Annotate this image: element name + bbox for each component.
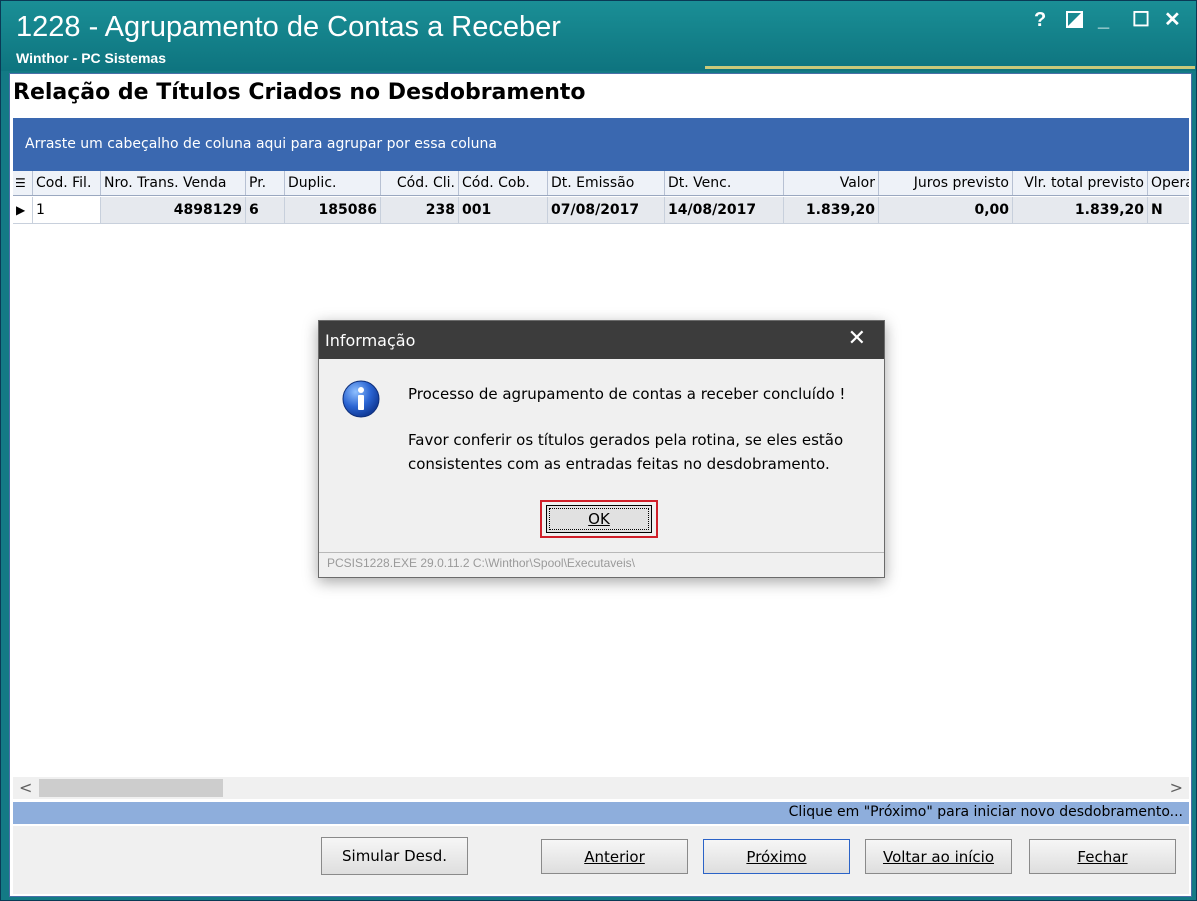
dialog-divider xyxy=(319,552,884,553)
fechar-button[interactable]: Fechar xyxy=(1029,839,1176,874)
col-header-vlr-total[interactable]: Vlr. total previsto xyxy=(1013,171,1148,195)
group-by-panel[interactable]: Arraste um cabeçalho de coluna aqui para… xyxy=(13,118,1189,171)
anterior-label: Anterior xyxy=(584,847,645,866)
grid-header: ☰ Cod. Fil. Nro. Trans. Venda Pr. Duplic… xyxy=(13,171,1189,196)
col-header-juros[interactable]: Juros previsto xyxy=(879,171,1013,195)
scroll-left-icon[interactable]: < xyxy=(19,777,32,799)
proximo-label: Próximo xyxy=(746,847,807,866)
dialog-message-line-2: Favor conferir os títulos gerados pela r… xyxy=(408,431,844,449)
dialog-message-line-3: consistentes com as entradas feitas no d… xyxy=(408,455,830,473)
cell-vlr-total[interactable]: 1.839,20 xyxy=(1013,197,1148,223)
dialog-close-icon[interactable]: ✕ xyxy=(848,326,866,351)
ok-label: OK xyxy=(588,510,610,528)
col-header-cod-cli[interactable]: Cód. Cli. xyxy=(381,171,459,195)
simular-desd-label: Simular Desd. xyxy=(342,847,447,865)
column-chooser-icon[interactable]: ☰ xyxy=(13,171,33,195)
col-header-cod-cob[interactable]: Cód. Cob. xyxy=(459,171,548,195)
page-title: Relação de Títulos Criados no Desdobrame… xyxy=(13,80,586,105)
window-subtitle: Winthor - PC Sistemas xyxy=(16,50,167,66)
status-text: Clique em "Próximo" para iniciar novo de… xyxy=(788,804,1183,820)
col-header-duplic[interactable]: Duplic. xyxy=(285,171,381,195)
cell-nro-trans[interactable]: 4898129 xyxy=(101,197,246,223)
voltar-inicio-button[interactable]: Voltar ao início xyxy=(865,839,1012,874)
close-button[interactable]: ✕ xyxy=(1164,7,1181,32)
fechar-label: Fechar xyxy=(1077,847,1128,866)
restore-icon[interactable] xyxy=(1066,11,1083,34)
col-header-dt-emissao[interactable]: Dt. Emissão xyxy=(548,171,665,195)
cell-cod-fil[interactable]: 1 xyxy=(33,197,101,223)
dialog-title-bar: Informação ✕ xyxy=(319,321,884,359)
button-bar: Simular Desd. Anterior Próximo Voltar ao… xyxy=(13,826,1189,894)
info-dialog: Informação ✕ Processo de agrupamento de … xyxy=(318,320,885,578)
cell-dt-emissao[interactable]: 07/08/2017 xyxy=(548,197,665,223)
proximo-button[interactable]: Próximo xyxy=(703,839,850,874)
maximize-button[interactable]: ☐ xyxy=(1132,7,1150,32)
cell-juros[interactable]: 0,00 xyxy=(879,197,1013,223)
ok-button[interactable]: OK xyxy=(546,505,652,533)
title-bar: 1228 - Agrupamento de Contas a Receber W… xyxy=(1,1,1196,71)
cell-pr[interactable]: 6 xyxy=(246,197,285,223)
dialog-footer: PCSIS1228.EXE 29.0.11.2 C:\Winthor\Spool… xyxy=(327,556,635,570)
dialog-title: Informação xyxy=(325,331,416,350)
anterior-button[interactable]: Anterior xyxy=(541,839,688,874)
col-header-opera[interactable]: Opera xyxy=(1148,171,1189,195)
dialog-message-line-1: Processo de agrupamento de contas a rece… xyxy=(408,385,846,403)
scroll-thumb[interactable] xyxy=(39,779,223,797)
scroll-right-icon[interactable]: > xyxy=(1170,777,1183,799)
horizontal-scrollbar[interactable]: < > xyxy=(13,777,1189,799)
status-bar: Clique em "Próximo" para iniciar novo de… xyxy=(13,802,1189,824)
table-row[interactable]: ▶ 1 4898129 6 185086 238 001 07/08/2017 … xyxy=(13,197,1189,224)
row-indicator-icon: ▶ xyxy=(13,197,33,223)
cell-duplic[interactable]: 185086 xyxy=(285,197,381,223)
help-button[interactable]: ? xyxy=(1034,9,1046,32)
simular-desd-button[interactable]: Simular Desd. xyxy=(321,837,468,875)
group-by-hint: Arraste um cabeçalho de coluna aqui para… xyxy=(25,136,498,152)
title-accent-line xyxy=(705,66,1195,69)
col-header-pr[interactable]: Pr. xyxy=(246,171,285,195)
col-header-dt-venc[interactable]: Dt. Venc. xyxy=(665,171,784,195)
cell-opera[interactable]: N xyxy=(1148,197,1189,223)
col-header-nro-trans[interactable]: Nro. Trans. Venda xyxy=(101,171,246,195)
info-icon xyxy=(341,379,381,419)
col-header-cod-fil[interactable]: Cod. Fil. xyxy=(33,171,101,195)
cell-cod-cob[interactable]: 001 xyxy=(459,197,548,223)
minimize-button[interactable]: _ xyxy=(1098,9,1109,32)
cell-cod-cli[interactable]: 238 xyxy=(381,197,459,223)
window-title: 1228 - Agrupamento de Contas a Receber xyxy=(16,11,561,43)
col-header-valor[interactable]: Valor xyxy=(784,171,879,195)
cell-valor[interactable]: 1.839,20 xyxy=(784,197,879,223)
voltar-inicio-label: Voltar ao início xyxy=(882,847,995,866)
cell-dt-venc[interactable]: 14/08/2017 xyxy=(665,197,784,223)
